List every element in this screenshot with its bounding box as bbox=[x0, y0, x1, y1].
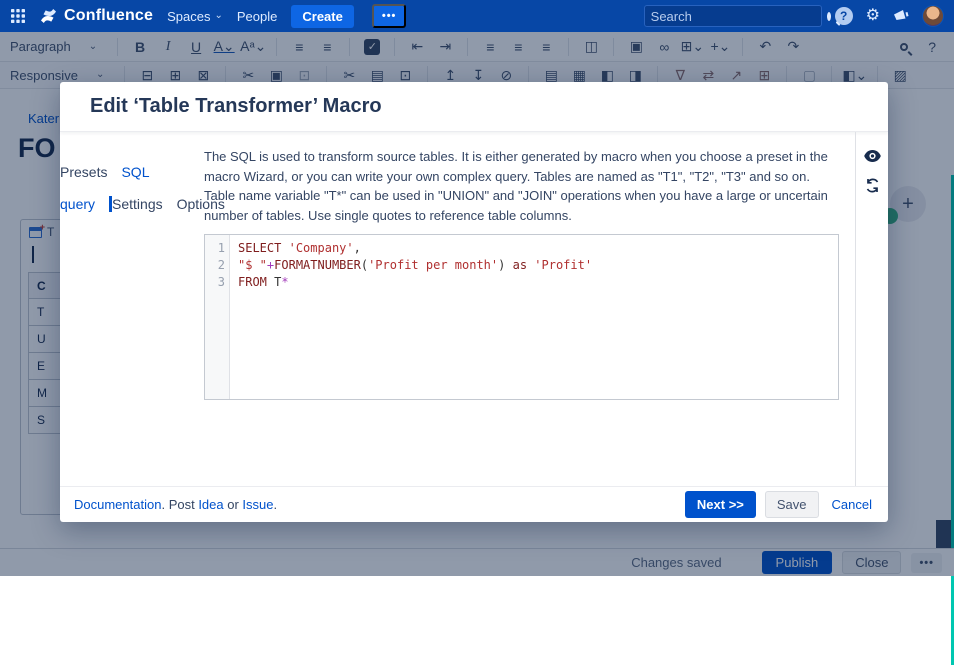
nav-people[interactable]: People bbox=[237, 9, 277, 24]
footer-text: or bbox=[224, 497, 243, 512]
create-button[interactable]: Create bbox=[291, 5, 353, 28]
line-number: 1 bbox=[205, 240, 229, 257]
sql-description: The SQL is used to transform source tabl… bbox=[204, 147, 839, 225]
line-number-gutter: 123 bbox=[205, 235, 230, 399]
sql-query-panel: The SQL is used to transform source tabl… bbox=[187, 132, 855, 486]
line-number: 2 bbox=[205, 257, 229, 274]
code-line: "$ "+FORMATNUMBER('Profit per month') as… bbox=[238, 257, 830, 274]
issue-link[interactable]: Issue bbox=[242, 497, 273, 512]
edit-macro-dialog: Edit ‘Table Transformer’ Macro PresetsSQ… bbox=[60, 82, 888, 522]
dialog-footer: Documentation. Post Idea or Issue. Next … bbox=[60, 486, 888, 522]
line-number: 3 bbox=[205, 274, 229, 291]
chevron-down-icon: ⌄ bbox=[215, 11, 223, 21]
dialog-body: PresetsSQL querySettingsOptions The SQL … bbox=[60, 132, 888, 486]
people-label: People bbox=[237, 9, 277, 24]
top-navigation: Confluence Spaces ⌄ People Create ••• ? … bbox=[0, 0, 954, 32]
dialog-title: Edit ‘Table Transformer’ Macro bbox=[90, 95, 382, 118]
nav-spaces[interactable]: Spaces ⌄ bbox=[167, 9, 223, 24]
code-line: FROM T* bbox=[238, 274, 830, 291]
gear-icon[interactable]: ⚙ bbox=[866, 8, 880, 24]
next-button[interactable]: Next >> bbox=[685, 491, 756, 518]
search-input[interactable] bbox=[651, 9, 827, 24]
confluence-logo-icon bbox=[40, 8, 57, 24]
nav-right: ? ⚙ bbox=[644, 5, 954, 27]
refresh-icon[interactable] bbox=[865, 178, 880, 193]
footer-buttons: Next >> Save Cancel bbox=[685, 491, 876, 518]
user-avatar[interactable] bbox=[922, 5, 944, 27]
search-icon bbox=[827, 12, 831, 21]
confluence-logo-text: Confluence bbox=[64, 7, 153, 25]
global-search[interactable] bbox=[644, 5, 822, 27]
nav-left: Confluence Spaces ⌄ People Create ••• bbox=[0, 4, 644, 28]
preview-eye-icon[interactable] bbox=[864, 150, 881, 162]
sql-editor[interactable]: 123 SELECT 'Company',"$ "+FORMATNUMBER('… bbox=[204, 234, 839, 400]
notifications-icon[interactable] bbox=[893, 9, 909, 23]
footer-links: Documentation. Post Idea or Issue. bbox=[74, 497, 277, 512]
dialog-side-tools bbox=[855, 132, 888, 486]
app-switcher-icon[interactable] bbox=[10, 8, 26, 24]
dialog-tabs: PresetsSQL querySettingsOptions bbox=[60, 132, 187, 486]
code-line: SELECT 'Company', bbox=[238, 240, 830, 257]
tab-presets[interactable]: Presets bbox=[60, 164, 121, 180]
dialog-header: Edit ‘Table Transformer’ Macro bbox=[60, 82, 888, 132]
sql-code-area[interactable]: SELECT 'Company',"$ "+FORMATNUMBER('Prof… bbox=[230, 235, 838, 399]
tab-settings[interactable]: Settings bbox=[112, 196, 177, 212]
documentation-link[interactable]: Documentation bbox=[74, 497, 161, 512]
footer-text: . bbox=[274, 497, 278, 512]
nav-more-button[interactable]: ••• bbox=[372, 4, 407, 28]
footer-text: . bbox=[161, 497, 168, 512]
cancel-button[interactable]: Cancel bbox=[828, 492, 876, 517]
idea-link[interactable]: Idea bbox=[198, 497, 223, 512]
spaces-label: Spaces bbox=[167, 9, 210, 24]
footer-text: Post bbox=[169, 497, 199, 512]
save-button[interactable]: Save bbox=[765, 491, 819, 518]
confluence-logo[interactable]: Confluence bbox=[40, 7, 153, 25]
